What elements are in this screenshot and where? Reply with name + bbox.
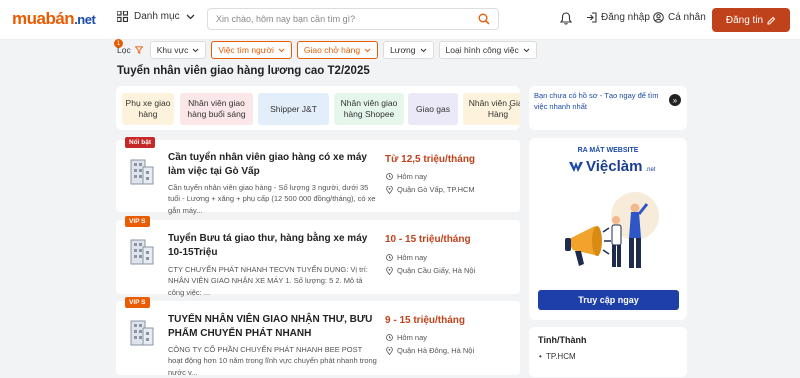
logo-text: muabán [12, 9, 75, 28]
location-pin-icon [386, 185, 393, 194]
arrow-right-icon[interactable]: » [669, 94, 681, 106]
job-title[interactable]: Tuyển Bưu tá giao thư, hàng bằng xe máy … [168, 232, 380, 260]
chevron-right-icon[interactable]: › [508, 100, 512, 114]
clock-icon [386, 334, 393, 341]
job-location: Quận Hà Đông, Hà Nội [386, 346, 474, 355]
job-description: CÔNG TY CỔ PHẦN CHUYỂN PHÁT NHANH BEE PO… [168, 345, 377, 377]
megaphone-people-illustration [565, 192, 659, 268]
filter-category-label: Giao chở hàng [303, 45, 361, 55]
job-description: CTY CHUYỂN PHÁT NHANH TECVN TUYỂN DỤNG: … [168, 265, 368, 297]
login-link[interactable]: Đăng nhập [586, 12, 650, 23]
job-posted: Hôm nay [386, 172, 427, 181]
location-pin-icon [386, 266, 393, 275]
funnel-icon [134, 46, 143, 54]
page-title: Tuyển nhân viên giao hàng lương cao T2/2… [117, 65, 370, 77]
job-posted: Hôm nay [386, 253, 427, 262]
job-location-text: Quận Gò Vấp, TP.HCM [397, 185, 475, 194]
building-icon [130, 320, 154, 346]
clock-icon [386, 173, 393, 180]
region-heading: Tỉnh/Thành [538, 335, 587, 345]
region-filter-panel: Tỉnh/Thành TP.HCM [529, 327, 687, 377]
top-header: muabán.net Danh mục Đăng nhập Cá nhân Đă… [0, 0, 800, 40]
vip-badge: VIP S [125, 297, 150, 308]
vip-badge: VIP S [125, 216, 150, 227]
chevron-down-icon [278, 48, 285, 52]
bell-icon[interactable] [560, 12, 572, 25]
job-title[interactable]: Cần tuyển nhân viên giao hàng có xe máy … [168, 151, 380, 179]
job-location: Quận Gò Vấp, TP.HCM [386, 185, 475, 194]
job-salary: 9 - 15 triệu/tháng [385, 315, 466, 326]
vieclam-logo: Việclàm .net [569, 158, 655, 175]
job-title[interactable]: TUYỂN NHÂN VIÊN GIAO NHẬN THƯ, BƯU PHẨM … [168, 313, 380, 341]
login-icon [587, 12, 597, 23]
edit-icon [767, 16, 776, 24]
vieclam-logo-icon [569, 161, 583, 172]
suggestion-tag[interactable]: Shipper J&T [258, 93, 329, 125]
grid-icon [117, 11, 128, 22]
post-listing-label: Đăng tin [725, 14, 764, 26]
post-listing-button[interactable]: Đăng tin [712, 8, 790, 32]
search-input[interactable] [208, 9, 468, 29]
suggestion-tag[interactable]: Nhân viên giao hàng buổi sáng [180, 93, 253, 125]
job-card[interactable]: VIP S Tuyển Bưu tá giao thư, hàng bằng x… [116, 216, 520, 297]
search-box [207, 8, 499, 30]
filter-region-label: Khu vực [156, 45, 189, 55]
suggestion-strip: Phụ xe giao hàng Nhân viên giao hàng buổ… [116, 86, 520, 130]
suggestion-tag[interactable]: Giao gas [408, 93, 458, 125]
profile-label: Cá nhân [668, 12, 706, 23]
filter-employment-type[interactable]: Loại hình công việc [438, 41, 537, 59]
suggestion-tag[interactable]: Phụ xe giao hàng [122, 93, 174, 125]
job-salary: 10 - 15 triệu/tháng [385, 234, 471, 245]
vieclam-ad-banner[interactable]: RA MẮT WEBSITE Việclàm .net Truy cập ngay [529, 138, 687, 320]
job-location: Quận Cầu Giấy, Hà Nội [386, 266, 475, 275]
filter-category[interactable]: Giao chở hàng [296, 41, 379, 59]
job-card[interactable]: Nổi bật Cần tuyển nhân viên giao hàng có… [116, 137, 520, 215]
create-profile-text: Bạn chưa có hồ sơ - Tạo ngay để tìm việc… [534, 91, 659, 111]
page-scrollbar[interactable] [794, 40, 800, 371]
job-posted-text: Hôm nay [397, 253, 428, 262]
vieclam-brand-text: Việclàm [586, 158, 643, 175]
user-icon [653, 12, 664, 23]
chevron-down-icon [193, 48, 199, 52]
filter-job-type[interactable]: Việc tìm người [211, 41, 292, 59]
vieclam-brand-suffix: .net [645, 166, 656, 173]
filter-employment-type-label: Loại hình công việc [445, 45, 519, 55]
filter-salary[interactable]: Lương [383, 41, 434, 59]
filter-label: Lọc [117, 45, 131, 55]
filter-salary-label: Lương [390, 45, 416, 55]
login-label: Đăng nhập [601, 12, 650, 23]
job-location-text: Quận Hà Đông, Hà Nội [397, 346, 475, 355]
filter-region[interactable]: Khu vực [149, 41, 207, 59]
building-icon [130, 239, 154, 265]
suggestion-tag[interactable]: Nhân viên giao hàng Shopee [334, 93, 404, 125]
site-logo[interactable]: muabán.net [12, 9, 96, 29]
chevron-down-icon [523, 48, 530, 52]
job-posted-text: Hôm nay [397, 172, 428, 181]
job-salary: Từ 12,5 triệu/tháng [385, 154, 476, 165]
building-icon [130, 159, 154, 185]
chevron-down-icon [364, 48, 371, 52]
logo-tld: .net [74, 12, 96, 27]
filter-button[interactable]: Lọc [115, 41, 145, 59]
job-posted: Hôm nay [386, 333, 427, 342]
highlight-badge: Nổi bật [125, 137, 156, 148]
category-menu-label: Danh mục [134, 11, 180, 22]
job-card[interactable]: VIP S TUYỂN NHÂN VIÊN GIAO NHẬN THƯ, BƯU… [116, 297, 520, 377]
search-icon[interactable] [478, 13, 490, 25]
clock-icon [386, 254, 393, 261]
chevron-down-icon [186, 14, 195, 19]
filter-bar: Lọc Khu vực Việc tìm người Giao chở hàng… [115, 41, 537, 59]
job-location-text: Quận Cầu Giấy, Hà Nội [397, 266, 476, 275]
job-description: Cần tuyển nhân viên giao hàng - Số lượng… [168, 183, 376, 215]
region-item[interactable]: TP.HCM [539, 352, 576, 361]
chevron-down-icon [420, 48, 426, 52]
category-menu-button[interactable]: Danh mục [117, 11, 195, 22]
filter-job-type-label: Việc tìm người [218, 45, 274, 55]
create-profile-notice[interactable]: Bạn chưa có hồ sơ - Tạo ngay để tìm việc… [529, 86, 687, 130]
visit-now-button[interactable]: Truy cập ngay [538, 290, 679, 310]
location-pin-icon [386, 346, 393, 355]
job-posted-text: Hôm nay [397, 333, 428, 342]
ad-launch-text: RA MẮT WEBSITE [577, 147, 639, 154]
profile-link[interactable]: Cá nhân [653, 12, 706, 23]
